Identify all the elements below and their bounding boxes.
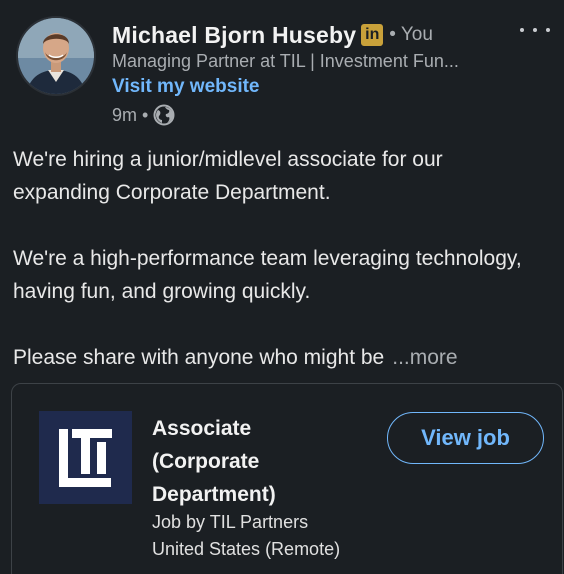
meta-separator: •: [142, 104, 149, 125]
author-headline: Managing Partner at TIL | Investment Fun…: [112, 51, 459, 71]
post-paragraph-3-container: Please share with anyone who might be...…: [13, 341, 543, 374]
post-time: 9m: [112, 104, 138, 125]
visit-website-link[interactable]: Visit my website: [112, 76, 260, 98]
til-logo-mark: [39, 411, 132, 504]
job-card[interactable]: Associate (Corporate Department) Job by …: [11, 383, 563, 574]
job-title[interactable]: Associate (Corporate Department): [152, 412, 302, 511]
globe-icon: [153, 104, 175, 126]
avatar-photo: [18, 18, 94, 94]
job-company: Job by TIL Partners: [152, 512, 309, 532]
post-paragraph-2: We're a high-performance team leveraging…: [13, 247, 522, 303]
post-paragraph-3: Please share with anyone who might be: [13, 346, 385, 369]
company-logo: [39, 411, 132, 504]
avatar[interactable]: [16, 16, 96, 96]
premium-badge-text: in: [365, 26, 380, 43]
author-name[interactable]: Michael Bjorn Huseby: [112, 22, 356, 49]
view-job-button[interactable]: View job: [387, 412, 544, 464]
post-body: We're hiring a junior/midlevel associate…: [13, 143, 543, 374]
more-options-icon[interactable]: [520, 20, 550, 40]
connection-degree: • You: [389, 24, 433, 45]
post-paragraph-1: We're hiring a junior/midlevel associate…: [13, 148, 443, 204]
feed-post: Michael Bjorn Huseby in • You Managing P…: [0, 0, 564, 574]
post-meta: 9m •: [112, 104, 175, 126]
author-name-line: Michael Bjorn Huseby in • You: [112, 20, 433, 50]
post-header: Michael Bjorn Huseby in • You Managing P…: [14, 16, 550, 128]
see-more-link[interactable]: ...more: [392, 346, 457, 369]
linkedin-premium-icon: in: [361, 24, 384, 46]
job-location: United States (Remote): [152, 539, 341, 559]
